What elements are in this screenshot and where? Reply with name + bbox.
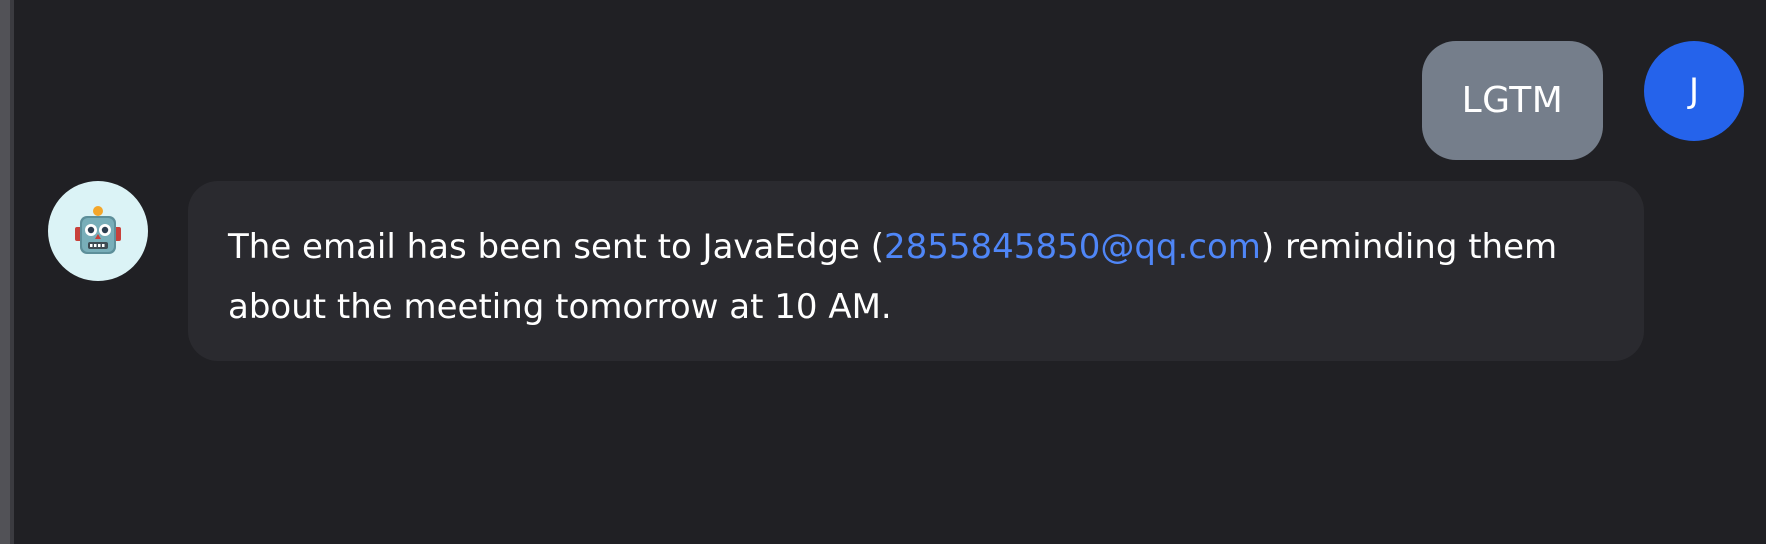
user-avatar[interactable]: J bbox=[1644, 41, 1744, 141]
email-link[interactable]: 2855845850@qq.com bbox=[884, 227, 1261, 267]
assistant-text-before: The email has been sent to JavaEdge ( bbox=[228, 227, 885, 267]
user-message-bubble: LGTM bbox=[1422, 41, 1603, 160]
window-left-border-shadow bbox=[10, 0, 14, 544]
window-left-border bbox=[0, 0, 10, 544]
user-message-text: LGTM bbox=[1461, 80, 1564, 121]
user-avatar-initial: J bbox=[1688, 71, 1700, 111]
assistant-message-bubble: The email has been sent to JavaEdge (285… bbox=[188, 181, 1644, 361]
assistant-avatar[interactable] bbox=[48, 181, 148, 281]
robot-icon bbox=[75, 206, 121, 254]
chat-stage: LGTM J The email has been sent to JavaEd… bbox=[0, 0, 1766, 544]
